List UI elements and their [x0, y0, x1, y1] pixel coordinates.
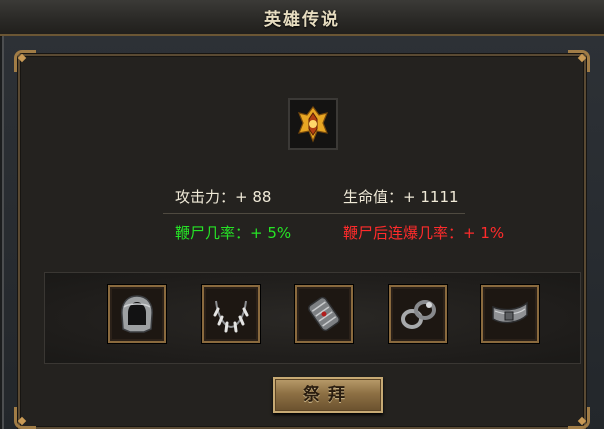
attack-stat: 攻击力：+ 88: [175, 188, 272, 206]
stat-row-special: 鞭尸几率：+ 5% 鞭尸后连爆几率：+ 1%: [163, 219, 504, 249]
corner-ornament: [14, 407, 36, 429]
necklace-icon: [213, 300, 249, 333]
equipment-slot-ring[interactable]: [389, 285, 447, 343]
emblem-slot[interactable]: [288, 98, 338, 150]
title-bar: 英雄传说: [0, 0, 604, 36]
equipment-slot-belt[interactable]: [481, 285, 539, 343]
corner-ornament: [568, 50, 590, 72]
equipment-slot-helmet[interactable]: [108, 285, 166, 343]
bracer-icon: [308, 296, 340, 332]
equipment-slot-necklace[interactable]: [202, 285, 260, 343]
window-title: 英雄传说: [264, 10, 340, 30]
whip-rate-stat: 鞭尸几率：+ 5%: [175, 224, 292, 242]
equipment-slot-bracer[interactable]: [295, 285, 353, 343]
worship-button[interactable]: 祭拜: [273, 377, 383, 413]
stat-row-base: 攻击力：+ 88 生命值：+ 1111: [163, 183, 465, 214]
ring-icon: [401, 300, 436, 329]
corner-ornament: [14, 50, 36, 72]
helmet-icon: [121, 295, 153, 333]
whip-explode-rate-stat: 鞭尸后连爆几率：+ 1%: [343, 224, 505, 242]
hp-stat: 生命值：+ 1111: [343, 188, 459, 206]
corner-ornament: [568, 407, 590, 429]
belt-icon: [492, 301, 528, 324]
golden-crest-icon: [298, 106, 328, 143]
